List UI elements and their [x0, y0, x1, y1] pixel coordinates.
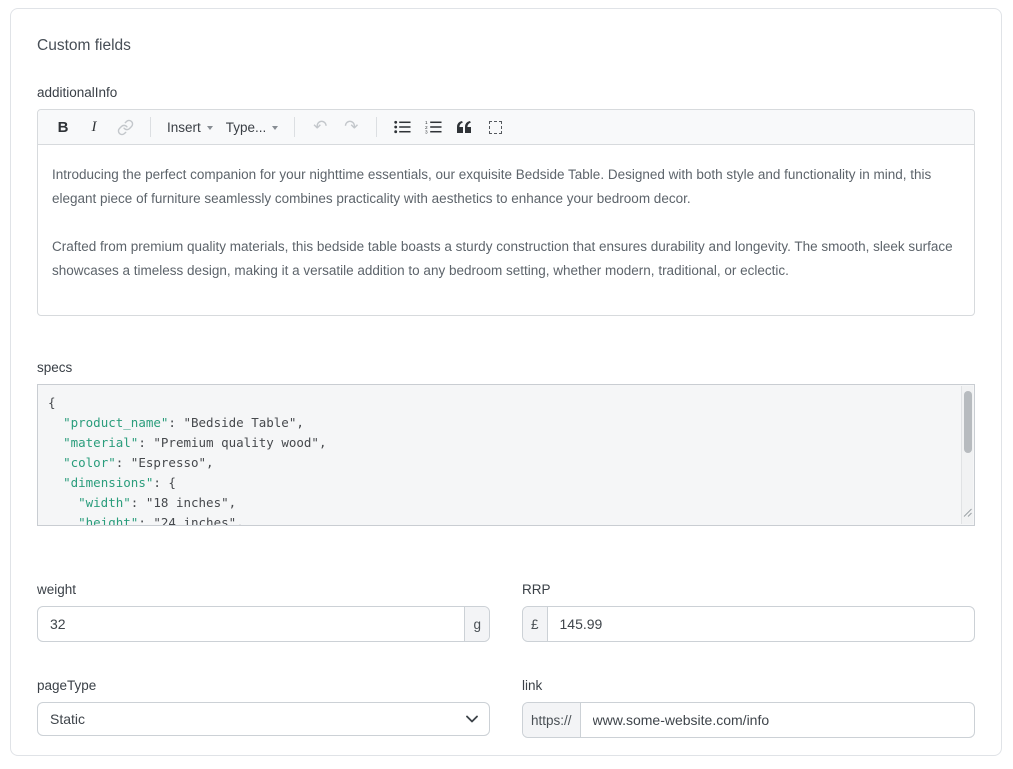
italic-button[interactable]: I — [85, 115, 103, 139]
insert-menu-label: Insert — [167, 120, 201, 135]
type-menu-button[interactable]: Type... — [226, 115, 279, 139]
horizontal-rule-button[interactable] — [486, 115, 504, 139]
page-type-label: pageType — [37, 678, 490, 693]
dashed-box-icon — [489, 121, 502, 134]
protocol-addon: https:// — [523, 703, 581, 737]
weight-input[interactable] — [38, 607, 464, 641]
rrp-label: RRP — [522, 582, 975, 597]
rrp-input-group: £ — [522, 606, 975, 642]
additional-info-label: additionalInfo — [37, 85, 975, 100]
resize-grip-icon[interactable] — [963, 503, 972, 523]
code-line: "color": "Espresso", — [48, 453, 950, 473]
specs-label: specs — [37, 360, 975, 375]
link-label: link — [522, 678, 975, 693]
type-menu-label: Type... — [226, 120, 267, 135]
link-input[interactable] — [581, 703, 974, 737]
rrp-field: RRP £ — [522, 582, 975, 642]
numbered-list-button[interactable]: 1 2 3 — [424, 115, 442, 139]
code-line: { — [48, 393, 950, 413]
chevron-down-icon — [207, 126, 213, 130]
page-type-select[interactable]: Static — [37, 702, 490, 736]
specs-code-lines: { "product_name": "Bedside Table", "mate… — [48, 393, 950, 526]
specs-code-editor[interactable]: { "product_name": "Bedside Table", "mate… — [37, 384, 975, 526]
link-field: link https:// — [522, 678, 975, 738]
svg-text:3: 3 — [425, 130, 428, 134]
blockquote-button[interactable] — [455, 115, 473, 139]
editor-paragraph: Crafted from premium quality materials, … — [52, 235, 960, 283]
undo-button[interactable]: ↶ — [311, 115, 329, 139]
link-icon — [117, 119, 134, 136]
currency-addon: £ — [523, 607, 548, 641]
insert-menu-button[interactable]: Insert — [167, 115, 213, 139]
weight-field: weight g — [37, 582, 490, 642]
custom-fields-panel: Custom fields additionalInfo B I Insert … — [10, 8, 1002, 756]
redo-button[interactable]: ↷ — [342, 115, 360, 139]
code-line: "dimensions": { — [48, 473, 950, 493]
fields-grid: weight g RRP £ pageType Static — [37, 582, 975, 738]
code-line: "height": "24 inches", — [48, 513, 950, 526]
toolbar-divider — [376, 117, 377, 137]
chevron-down-icon — [272, 126, 278, 130]
page-type-select-wrap: Static — [37, 702, 490, 736]
panel-title: Custom fields — [37, 37, 975, 55]
weight-unit-addon: g — [464, 607, 489, 641]
code-line: "width": "18 inches", — [48, 493, 950, 513]
redo-icon: ↷ — [344, 119, 358, 136]
toolbar-divider — [150, 117, 151, 137]
toolbar-divider — [294, 117, 295, 137]
rte-toolbar: B I Insert Type... ↶ ↷ — [38, 110, 974, 145]
rrp-input[interactable] — [548, 607, 974, 641]
bullet-list-button[interactable] — [393, 115, 411, 139]
weight-label: weight — [37, 582, 490, 597]
undo-icon: ↶ — [313, 119, 327, 136]
editor-paragraph: Introducing the perfect companion for yo… — [52, 163, 960, 211]
bullet-list-icon — [394, 120, 411, 134]
link-button[interactable] — [116, 115, 134, 139]
link-input-group: https:// — [522, 702, 975, 738]
editor-content[interactable]: Introducing the perfect companion for yo… — [38, 145, 974, 315]
bold-button[interactable]: B — [54, 115, 72, 139]
page-type-field: pageType Static — [37, 678, 490, 738]
rich-text-editor: B I Insert Type... ↶ ↷ — [37, 109, 975, 316]
numbered-list-icon: 1 2 3 — [425, 120, 442, 134]
code-scrollbar-thumb[interactable] — [964, 391, 972, 453]
code-line: "material": "Premium quality wood", — [48, 433, 950, 453]
weight-input-group: g — [37, 606, 490, 642]
blockquote-icon — [457, 121, 472, 133]
code-line: "product_name": "Bedside Table", — [48, 413, 950, 433]
